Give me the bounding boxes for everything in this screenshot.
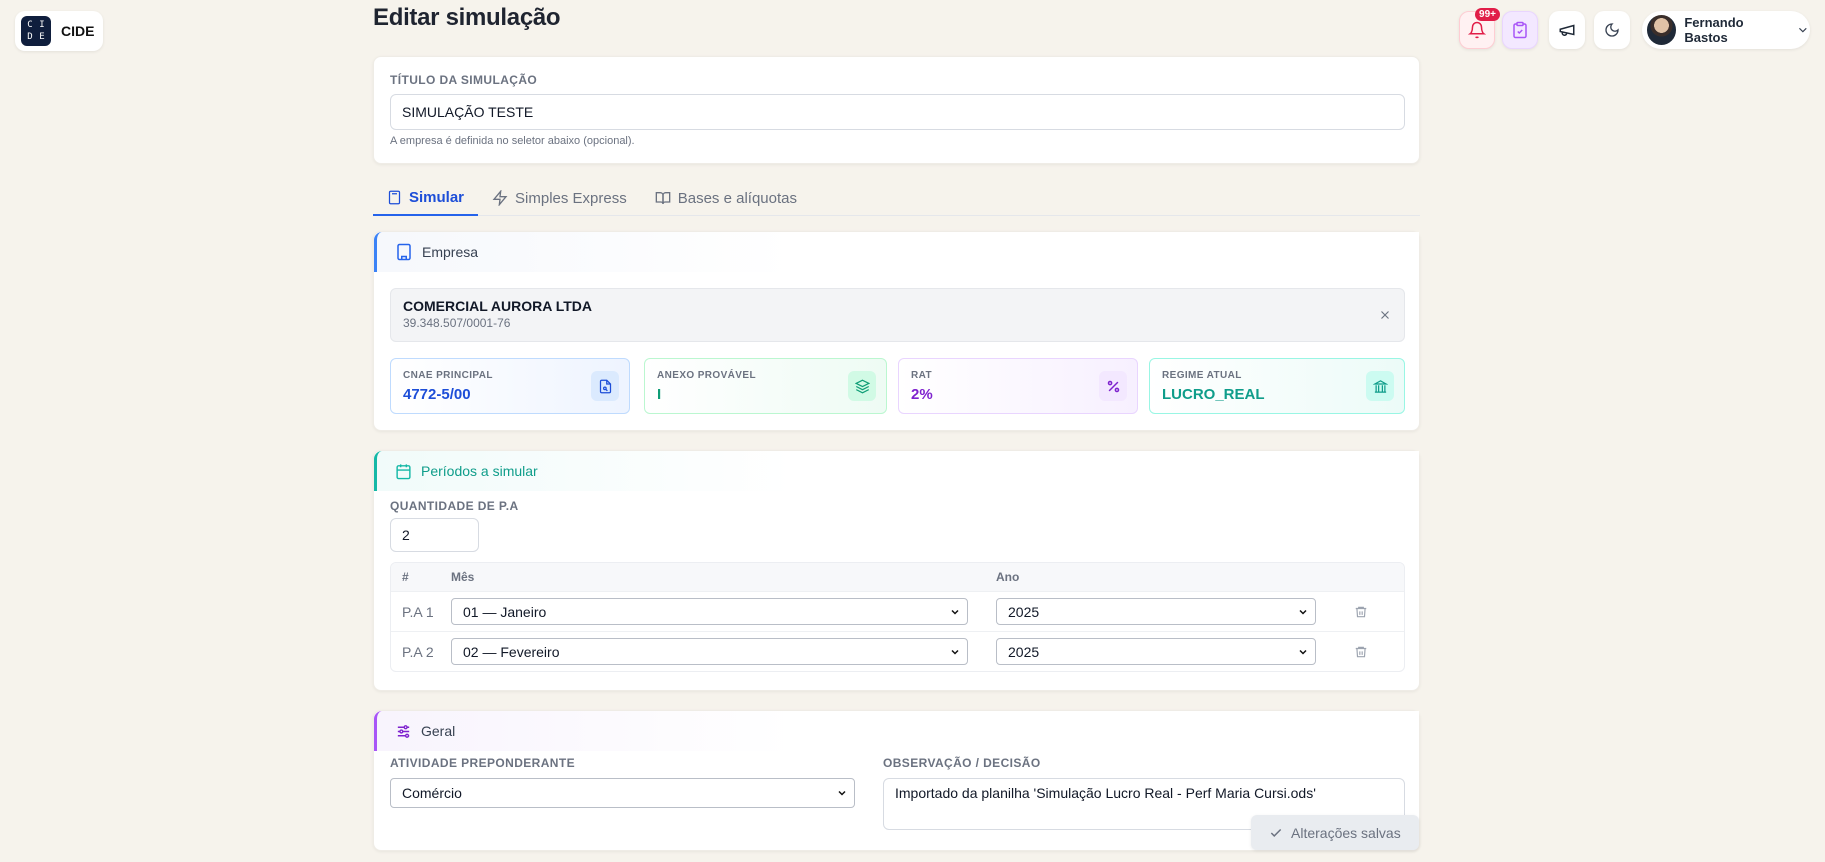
- year-select[interactable]: 2025: [996, 638, 1316, 665]
- logo-letter: E: [39, 32, 45, 42]
- company-name: COMERCIAL AURORA LTDA: [403, 298, 592, 314]
- bank-icon: [1366, 371, 1394, 401]
- user-name: Fernando Bastos: [1684, 15, 1744, 45]
- empresa-card: Empresa COMERCIAL AURORA LTDA 39.348.507…: [373, 231, 1420, 431]
- qty-label: QUANTIDADE DE P.A: [390, 499, 519, 513]
- title-input[interactable]: SIMULAÇÃO TESTE: [390, 94, 1405, 130]
- bell-icon: [1468, 21, 1486, 39]
- metric-rat: RAT 2%: [898, 358, 1138, 414]
- geral-header: Geral: [374, 711, 1419, 751]
- megaphone-icon: [1559, 24, 1575, 36]
- tab-label: Simular: [409, 188, 465, 206]
- layers-icon: [848, 371, 876, 401]
- metric-anexo: ANEXO PROVÁVEL I: [644, 358, 887, 414]
- metric-value: 4772-5/00: [403, 386, 471, 403]
- toast-text: Alterações salvas: [1291, 824, 1401, 841]
- month-select[interactable]: 02 — Fevereiro: [451, 638, 968, 665]
- metric-value: I: [657, 386, 662, 403]
- logo-letter: D: [27, 32, 33, 42]
- select-value: Comércio: [402, 785, 462, 801]
- periodos-card: Períodos a simular QUANTIDADE DE P.A 2 #…: [373, 450, 1420, 691]
- book-icon: [655, 192, 671, 205]
- logo-letter: C: [27, 20, 33, 30]
- title-label: TÍTULO DA SIMULAÇÃO: [390, 73, 538, 87]
- chevron-down-icon: [1299, 649, 1307, 655]
- row-label: P.A 1: [402, 603, 434, 620]
- empresa-header: Empresa: [374, 232, 1419, 272]
- metric-label: ANEXO PROVÁVEL: [657, 370, 756, 381]
- tab-simular[interactable]: Simular: [373, 180, 479, 216]
- moon-icon: [1605, 23, 1619, 37]
- col-year: Ano: [996, 570, 1020, 584]
- col-num: #: [402, 570, 409, 584]
- metric-regime: REGIME ATUAL LUCRO_REAL: [1149, 358, 1405, 414]
- saved-toast: Alterações salvas: [1251, 815, 1419, 850]
- metric-label: RAT: [911, 370, 933, 381]
- company-cnpj: 39.348.507/0001-76: [403, 316, 511, 330]
- geral-heading: Geral: [421, 723, 456, 739]
- page-title: Editar simulação: [373, 4, 561, 31]
- trash-icon[interactable]: [1354, 645, 1368, 659]
- chevron-down-icon: [951, 609, 959, 615]
- tab-label: Bases e alíquotas: [677, 189, 797, 207]
- app-logo[interactable]: C I D E CIDE: [15, 11, 103, 51]
- year-select[interactable]: 2025: [996, 598, 1316, 625]
- clipboard-button[interactable]: [1502, 11, 1538, 49]
- notifications-button[interactable]: 99+: [1459, 8, 1500, 49]
- tab-simples-express[interactable]: Simples Express: [478, 180, 641, 216]
- calendar-icon: [396, 463, 411, 479]
- table-row: P.A 2 02 — Fevereiro 2025: [391, 631, 1404, 671]
- avatar: [1647, 15, 1677, 45]
- calculator-icon: [388, 190, 401, 204]
- tab-bar: Simular Simples Express Bases e alíquota…: [373, 180, 1420, 216]
- table-row: P.A 1 01 — Janeiro 2025: [391, 591, 1404, 631]
- title-hint: A empresa é definida no seletor abaixo (…: [390, 135, 635, 147]
- col-month: Mês: [451, 570, 475, 584]
- chevron-down-icon: [951, 649, 959, 655]
- metric-label: REGIME ATUAL: [1162, 370, 1242, 381]
- logo-mark: C I D E: [21, 16, 51, 46]
- chevron-down-icon: [1299, 609, 1307, 615]
- atividade-select[interactable]: Comércio: [390, 778, 855, 808]
- select-value: 2025: [1008, 643, 1040, 660]
- chevron-down-icon: [1799, 27, 1807, 33]
- trash-icon[interactable]: [1354, 605, 1368, 619]
- metric-label: CNAE PRINCIPAL: [403, 370, 493, 381]
- chevron-down-icon: [838, 790, 846, 796]
- select-value: 2025: [1008, 603, 1040, 620]
- notifications-badge: 99+: [1475, 8, 1500, 21]
- clipboard-icon: [1513, 21, 1527, 39]
- company-selector[interactable]: COMERCIAL AURORA LTDA 39.348.507/0001-76: [390, 288, 1405, 342]
- building-icon: [397, 243, 411, 261]
- theme-toggle-button[interactable]: [1594, 11, 1630, 49]
- periodos-heading: Períodos a simular: [421, 463, 538, 479]
- periods-table: # Mês Ano P.A 1 01 — Janeiro 2025 P.A 2 …: [390, 562, 1405, 672]
- atividade-label: ATIVIDADE PREPONDERANTE: [390, 756, 575, 770]
- document-icon: [591, 371, 619, 401]
- month-select[interactable]: 01 — Janeiro: [451, 598, 968, 625]
- logo-text: CIDE: [61, 23, 95, 39]
- logo-letter: I: [39, 20, 45, 30]
- lightning-icon: [492, 190, 508, 206]
- select-value: 02 — Fevereiro: [463, 643, 560, 660]
- user-menu-button[interactable]: Fernando Bastos: [1642, 11, 1810, 49]
- percent-icon: [1099, 371, 1127, 401]
- table-header: # Mês Ano: [391, 563, 1404, 591]
- check-icon: [1270, 828, 1282, 837]
- periodos-header: Períodos a simular: [374, 451, 1419, 491]
- metric-value: 2%: [911, 386, 933, 403]
- announcements-button[interactable]: [1549, 11, 1585, 49]
- select-value: 01 — Janeiro: [463, 603, 547, 620]
- qty-input[interactable]: 2: [390, 518, 479, 552]
- obs-label: OBSERVAÇÃO / DECISÃO: [883, 756, 1041, 770]
- title-card: TÍTULO DA SIMULAÇÃO SIMULAÇÃO TESTE A em…: [373, 56, 1420, 164]
- tab-bases-aliquotas[interactable]: Bases e alíquotas: [641, 180, 811, 216]
- metric-value: LUCRO_REAL: [1162, 386, 1265, 403]
- empresa-heading: Empresa: [422, 244, 479, 260]
- row-label: P.A 2: [402, 643, 434, 660]
- metric-cnae: CNAE PRINCIPAL 4772-5/00: [390, 358, 630, 414]
- sliders-icon: [397, 724, 410, 738]
- tab-label: Simples Express: [515, 189, 627, 207]
- close-icon[interactable]: [1378, 308, 1392, 322]
